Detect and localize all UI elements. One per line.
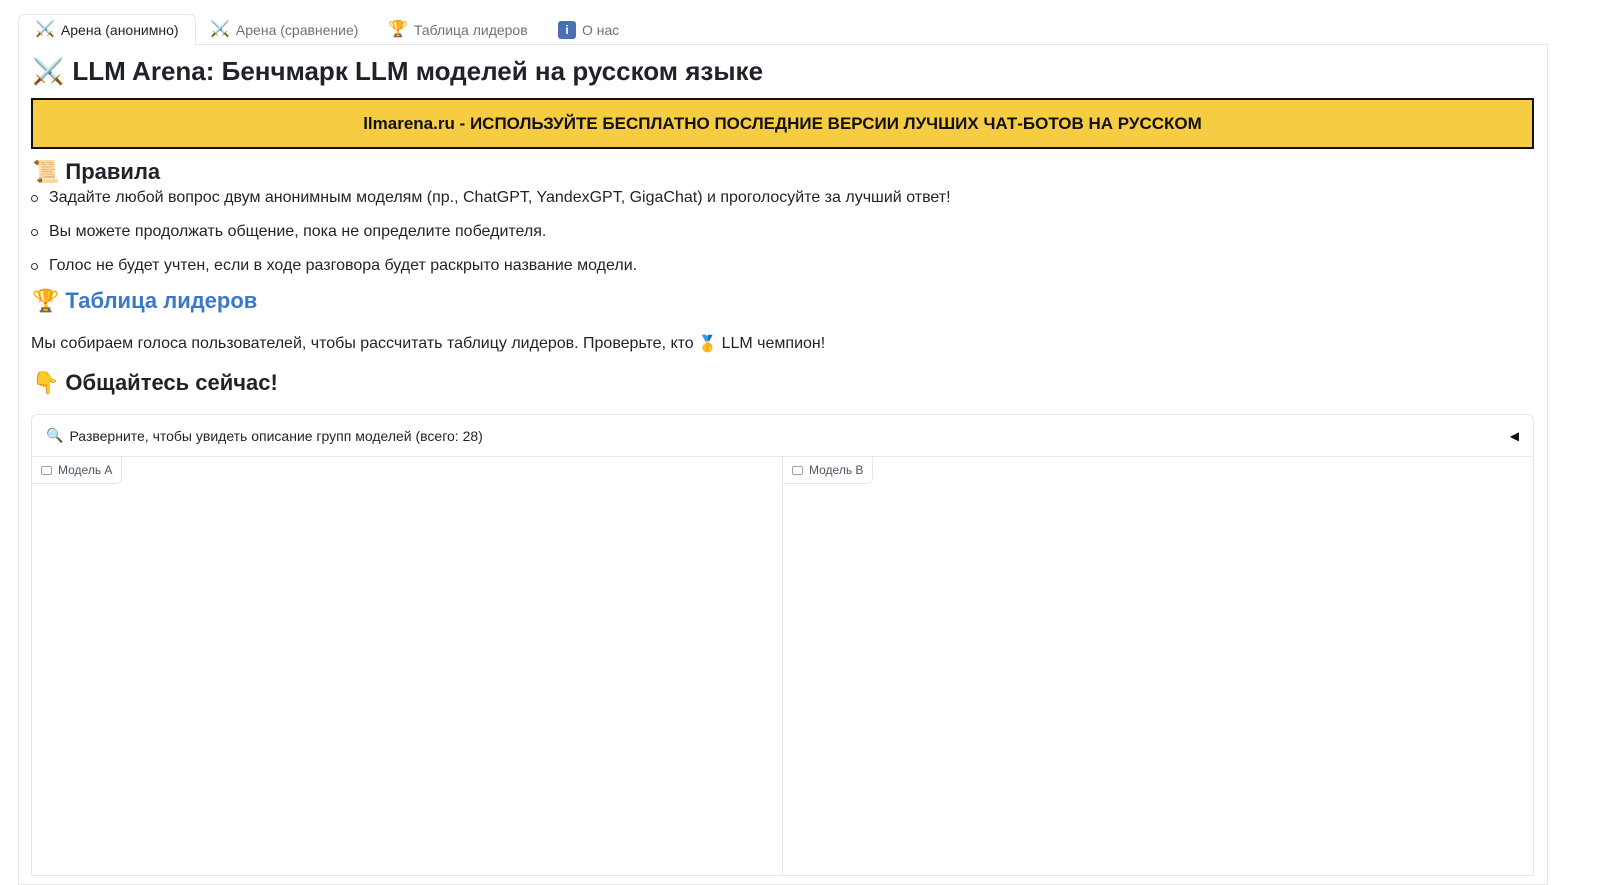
page-title: ⚔️ LLM Arena: Бенчмарк LLM моделей на ру… <box>32 56 763 87</box>
chatbot-label-text: Модель B <box>809 463 864 477</box>
chat-bubble-icon <box>792 465 803 475</box>
trophy-icon: 🏆 <box>32 288 60 313</box>
crossed-swords-icon: ⚔️ <box>35 21 55 38</box>
tab-label: Арена (сравнение) <box>235 21 359 38</box>
rules-heading: 📜 Правила <box>32 159 160 185</box>
model-groups-accordion[interactable]: 🔍 Разверните, чтобы увидеть описание гру… <box>31 414 1534 457</box>
rules-heading-text: Правила <box>65 159 161 184</box>
pointing-down-icon: 👇 <box>32 370 60 395</box>
accordion-label-text: Разверните, чтобы увидеть описание групп… <box>69 427 483 444</box>
tab-label: Таблица лидеров <box>413 21 528 38</box>
chat-bubble-icon <box>41 465 52 475</box>
magnifier-icon: 🔍 <box>46 427 64 443</box>
list-item: Задайте любой вопрос двум анонимным моде… <box>30 186 951 220</box>
collapse-arrow-icon[interactable]: ◀ <box>1510 429 1519 443</box>
rules-list: Задайте любой вопрос двум анонимным моде… <box>30 186 951 288</box>
chatbot-model-a[interactable]: Модель A <box>31 456 783 876</box>
crossed-swords-icon: ⚔️ <box>32 56 65 86</box>
accordion-label: 🔍 Разверните, чтобы увидеть описание гру… <box>46 427 1510 444</box>
tab-arena-compare[interactable]: ⚔️ Арена (сравнение) <box>194 14 374 45</box>
promo-banner: llmarena.ru - ИСПОЛЬЗУЙТЕ БЕСПЛАТНО ПОСЛ… <box>31 98 1534 149</box>
tab-label: Арена (анонимно) <box>60 22 179 38</box>
promo-banner-text: llmarena.ru - ИСПОЛЬЗУЙТЕ БЕСПЛАТНО ПОСЛ… <box>363 113 1202 133</box>
trophy-icon: 🏆 <box>388 20 408 38</box>
info-icon: i <box>558 20 576 39</box>
leaderboard-heading: 🏆 Таблица лидеров <box>32 288 257 314</box>
scroll-icon: 📜 <box>32 159 60 184</box>
leaderboard-text: Мы собираем голоса пользователей, чтобы … <box>31 335 694 352</box>
list-item: Голос не будет учтен, если в ходе разгов… <box>30 254 951 288</box>
leaderboard-text-end: LLM чемпион! <box>721 335 826 352</box>
chatbot-model-b[interactable]: Модель B <box>782 456 1534 876</box>
tab-bar: ⚔️ Арена (анонимно) ⚔️ Арена (сравнение)… <box>18 14 1548 46</box>
chatbot-label: Модель B <box>783 457 874 484</box>
page-title-text: LLM Arena: Бенчмарк LLM моделей на русск… <box>72 56 764 86</box>
tab-leaderboard[interactable]: 🏆 Таблица лидеров <box>372 14 544 45</box>
leaderboard-description: Мы собираем голоса пользователей, чтобы … <box>31 334 825 354</box>
tab-arena-anonymous[interactable]: ⚔️ Арена (анонимно) <box>18 14 196 46</box>
leaderboard-link[interactable]: Таблица лидеров <box>65 288 257 314</box>
chat-now-heading: 👇 Общайтесь сейчас! <box>32 370 278 396</box>
chat-now-heading-text: Общайтесь сейчас! <box>65 370 278 395</box>
gold-medal-icon: 🥇 <box>697 336 718 353</box>
chatbot-label-text: Модель A <box>58 463 113 477</box>
list-item: Вы можете продолжать общение, пока не оп… <box>30 220 951 254</box>
chatbot-label: Модель A <box>32 457 123 484</box>
crossed-swords-icon: ⚔️ <box>210 20 230 38</box>
tab-about[interactable]: i О нас <box>542 14 635 45</box>
tab-label: О нас <box>582 21 620 38</box>
